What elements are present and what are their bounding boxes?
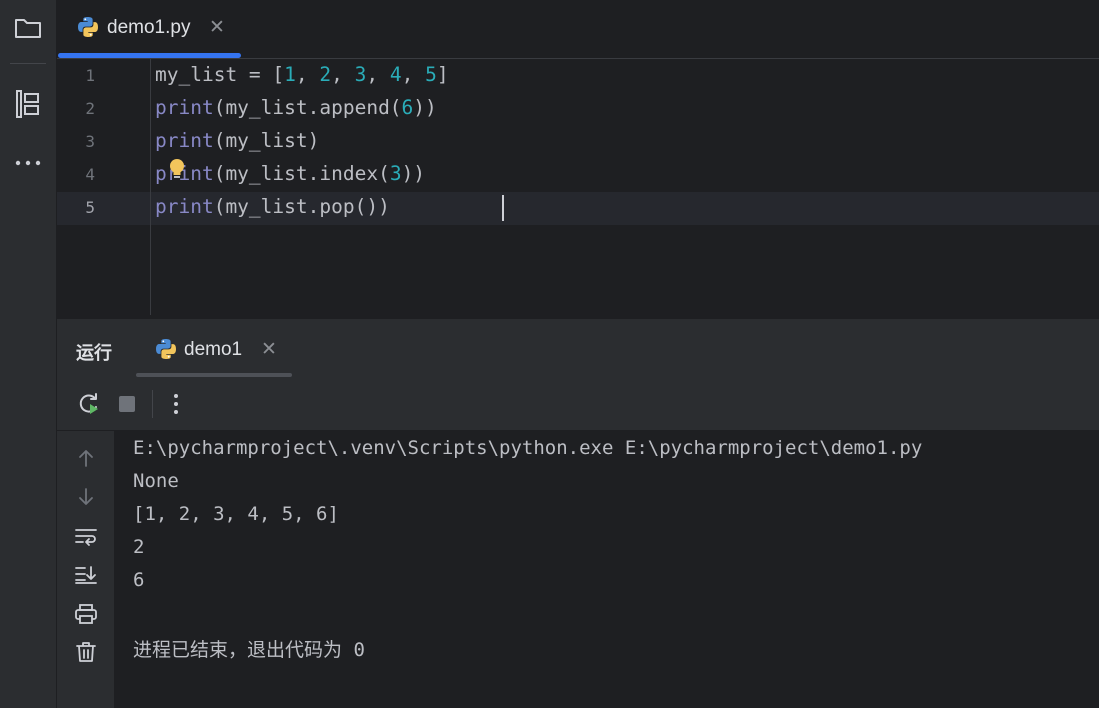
run-panel-title: 运行: [76, 343, 112, 363]
code-token: print: [155, 129, 214, 152]
close-icon[interactable]: ✕: [209, 16, 225, 39]
arrow-down-icon[interactable]: [71, 482, 101, 512]
lightbulb-icon[interactable]: [168, 158, 186, 184]
code-text: print(my_list.pop()): [155, 195, 390, 218]
editor-tab-label: demo1.py: [107, 17, 191, 38]
code-token: ,: [401, 63, 426, 86]
print-icon[interactable]: [71, 599, 101, 629]
code-token: (my_list.append(: [213, 96, 402, 119]
active-tab-indicator: [58, 53, 241, 58]
code-token: my_list = [: [155, 63, 285, 86]
code-line[interactable]: 4 print(my_list.index(3)): [57, 158, 1099, 191]
structure-icon[interactable]: [8, 86, 48, 122]
code-token: ,: [366, 63, 390, 86]
editor-tab-bar: demo1.py ✕: [57, 0, 1099, 59]
code-token: print: [155, 96, 214, 119]
code-text: my_list = [1, 2, 3, 4, 5]: [155, 63, 449, 86]
code-token: ,: [295, 63, 320, 86]
code-token: 3: [354, 63, 367, 86]
code-token: )): [413, 96, 437, 119]
code-token: print: [155, 195, 214, 218]
code-token: 2: [319, 63, 332, 86]
run-tab[interactable]: demo1 ✕: [135, 319, 292, 378]
code-line[interactable]: 1 my_list = [1, 2, 3, 4, 5]: [57, 59, 1099, 92]
editor-tab[interactable]: demo1.py ✕: [57, 0, 241, 58]
code-token: (my_list): [213, 129, 320, 152]
python-icon: [77, 16, 99, 43]
code-token: (my_list.pop()): [213, 195, 390, 218]
code-token: 5: [425, 63, 437, 86]
line-number: 1: [85, 66, 95, 85]
code-text: print(my_list.append(6)): [155, 96, 437, 119]
code-line[interactable]: 5 print(my_list.pop()): [57, 191, 1099, 224]
run-panel-header: 运行 demo1 ✕: [57, 318, 1099, 379]
text-caret: [502, 195, 504, 221]
line-number: 5: [85, 198, 95, 217]
run-tab-label: demo1: [184, 339, 243, 360]
code-line[interactable]: 2 print(my_list.append(6)): [57, 92, 1099, 125]
activity-separator: [10, 63, 46, 64]
output-line: [1, 2, 3, 4, 5, 6]: [133, 503, 339, 525]
scroll-to-end-icon[interactable]: [71, 560, 101, 590]
output-line: None: [133, 470, 179, 492]
stop-icon[interactable]: [113, 390, 141, 418]
code-text: print(my_list.index(3)): [155, 162, 425, 185]
code-token: (my_list.index(: [213, 162, 390, 185]
code-token: 4: [389, 63, 402, 86]
soft-wrap-icon[interactable]: [71, 522, 101, 552]
rerun-icon[interactable]: [75, 390, 103, 418]
code-token: )): [401, 162, 426, 185]
output-line: 6: [133, 569, 145, 591]
more-vertical-icon[interactable]: [162, 390, 190, 418]
code-token: 6: [401, 96, 414, 119]
code-token: ,: [331, 63, 355, 86]
trash-icon[interactable]: [71, 637, 101, 667]
code-token: 3: [389, 162, 402, 185]
toolbar-separator: [152, 390, 153, 418]
exit-message: 进程已结束，退出代码为 0: [133, 639, 365, 661]
line-number: 4: [85, 165, 95, 184]
line-number: 3: [85, 132, 95, 151]
output-line: E:\pycharmproject\.venv\Scripts\python.e…: [133, 437, 923, 459]
code-token: 1: [284, 63, 296, 86]
line-number: 2: [85, 99, 95, 118]
run-tab-indicator: [136, 373, 292, 377]
console-side-toolbar: [57, 431, 114, 708]
close-icon[interactable]: ✕: [261, 338, 277, 361]
code-line[interactable]: 3 print(my_list): [57, 125, 1099, 158]
code-token: ]: [436, 63, 449, 86]
console-output[interactable]: E:\pycharmproject\.venv\Scripts\python.e…: [114, 431, 1099, 708]
activity-bar: [0, 0, 57, 708]
run-toolbar: [57, 378, 1099, 431]
python-icon: [155, 338, 177, 365]
output-line: 2: [133, 536, 145, 558]
code-editor[interactable]: 1 my_list = [1, 2, 3, 4, 5] 2 print(my_list…: [57, 59, 1099, 317]
arrow-up-icon[interactable]: [71, 443, 101, 473]
more-horizontal-icon[interactable]: [8, 145, 48, 181]
folder-icon[interactable]: [8, 10, 48, 46]
code-text: print(my_list): [155, 129, 319, 152]
